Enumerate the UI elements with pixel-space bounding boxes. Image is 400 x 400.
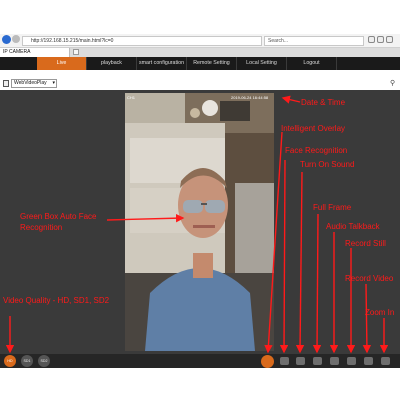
browser-tab[interactable]: IP CAMERA [0, 48, 70, 57]
live-video-feed[interactable] [125, 93, 274, 351]
annotation-date-time: Date & Time [301, 98, 346, 107]
video-scene [125, 93, 274, 351]
camera-snapshot-icon[interactable] [347, 357, 356, 365]
quality-sd1-button[interactable]: SD1 [21, 355, 33, 367]
annotation-audio-talkback: Audio Talkback [326, 222, 380, 231]
home-icon[interactable] [368, 36, 375, 43]
nav-playback[interactable]: playback [87, 57, 137, 70]
annotation-video-quality: Video Quality - HD, SD1, SD2 [3, 296, 110, 305]
annotation-record-video: Record Video [345, 274, 394, 283]
player-select[interactable]: WebVideoPlay ▾ [11, 79, 57, 88]
chevron-down-icon: ▾ [52, 80, 55, 86]
full-frame-icon[interactable] [313, 357, 322, 365]
osd-timestamp: 2019-06-24 16:44:58 [231, 95, 269, 100]
face-recognition-icon[interactable] [280, 357, 289, 365]
player-select-value: WebVideoPlay [14, 80, 47, 86]
nav-logout[interactable]: Logout [287, 57, 337, 70]
gear-icon[interactable] [386, 36, 393, 43]
intelligent-overlay-icon[interactable] [261, 355, 274, 368]
back-arrow-icon[interactable] [2, 35, 11, 44]
new-tab-icon[interactable] [73, 49, 79, 55]
star-icon[interactable] [377, 36, 384, 43]
annotation-intelligent-overlay: Intelligent Overlay [281, 124, 346, 133]
annotation-turn-on-sound: Turn On Sound [300, 160, 355, 169]
url-input[interactable]: http://192.168.15.215/main.html?lc=0 [22, 36, 262, 46]
quality-sd2-button[interactable]: SD2 [38, 355, 50, 367]
osd-channel: CH1 [127, 95, 136, 100]
nav-smart-configuration[interactable]: smart configuration [137, 57, 187, 70]
annotation-face-recognition: Face Recognition [285, 146, 348, 155]
talkback-mic-icon[interactable] [330, 357, 339, 365]
record-video-icon[interactable] [364, 357, 373, 365]
annotation-green-box-line1: Green Box Auto Face [20, 212, 97, 221]
sound-icon[interactable] [296, 357, 305, 365]
nav-live[interactable]: Live [37, 57, 87, 70]
nav-local-setting[interactable]: Local Setting [237, 57, 287, 70]
player-toolbar [0, 354, 400, 368]
page-bottom [0, 368, 400, 400]
window-layout-icon[interactable] [3, 80, 9, 87]
search-input[interactable]: Search... [264, 36, 364, 46]
annotation-zoom-in: Zoom In [365, 308, 395, 317]
annotation-green-box-line2: Recognition [20, 223, 63, 232]
user-icon[interactable]: ⚲ [390, 80, 397, 87]
annotation-record-still: Record Still [345, 239, 386, 248]
annotation-full-frame: Full Frame [313, 203, 352, 212]
quality-hd-button[interactable]: HD [4, 355, 16, 367]
nav-remote-setting[interactable]: Remote Setting [187, 57, 237, 70]
zoom-in-icon[interactable] [381, 357, 390, 365]
forward-arrow-icon[interactable] [12, 35, 20, 43]
